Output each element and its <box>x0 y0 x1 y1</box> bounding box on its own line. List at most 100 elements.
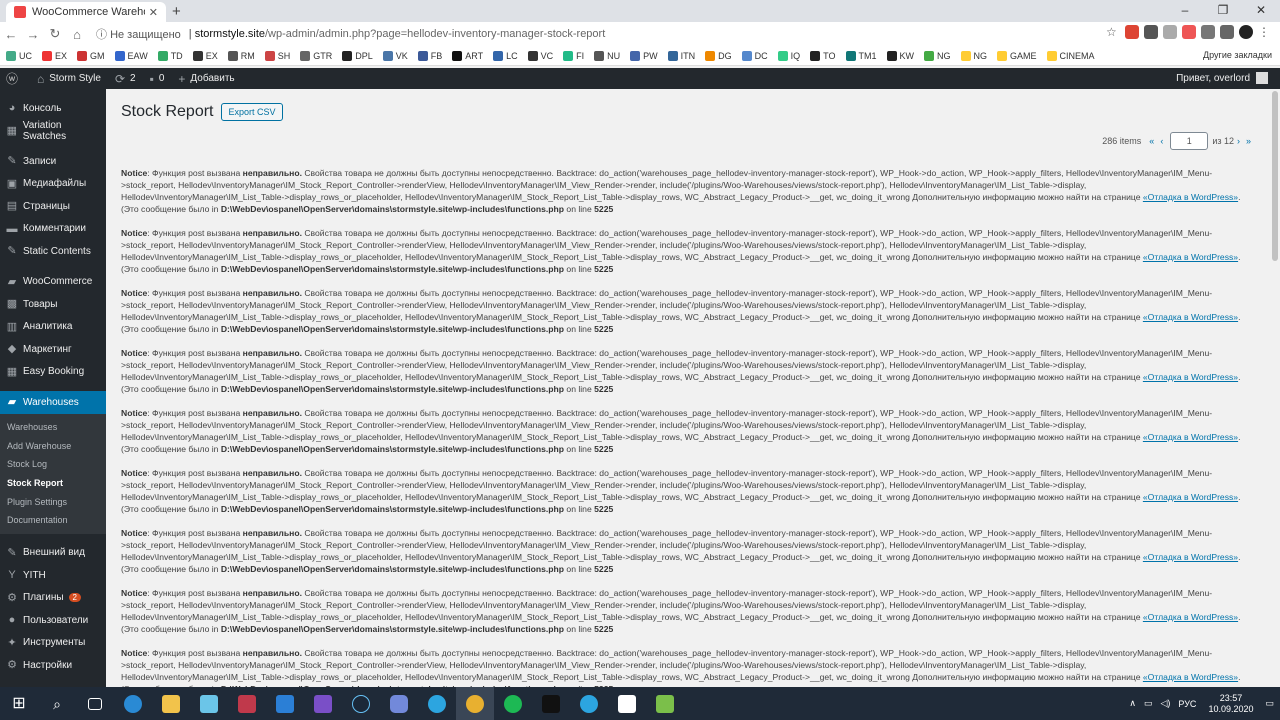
bookmark-item[interactable]: EX <box>42 50 67 61</box>
discord-icon[interactable] <box>380 687 418 720</box>
sidebar-item[interactable]: ▬ Комментарии <box>0 218 106 241</box>
debug-link[interactable]: «Отладка в WordPress» <box>1143 672 1238 682</box>
profile-icon[interactable] <box>1239 25 1253 39</box>
bookmark-item[interactable]: ITN <box>667 50 695 61</box>
comments-link[interactable]: ▪ 0 <box>150 72 165 86</box>
sidebar-item[interactable]: ▰ Warehouses <box>0 391 106 414</box>
submenu-item[interactable]: Stock Report <box>0 474 106 493</box>
last-page-link[interactable]: » <box>1246 136 1251 146</box>
sidebar-item[interactable]: ◕ Консоль <box>0 97 106 120</box>
reading-list-icon[interactable] <box>1220 25 1234 39</box>
bookmark-item[interactable]: LC <box>493 50 518 61</box>
adblock-icon[interactable] <box>1125 25 1139 39</box>
bookmark-item[interactable]: TD <box>157 50 183 61</box>
updates-link[interactable]: ⟳ 2 <box>115 72 136 86</box>
bookmark-item[interactable]: DC <box>741 50 768 61</box>
bookmark-item[interactable]: IQ <box>777 50 800 61</box>
sidebar-item[interactable]: Y YITH <box>0 564 106 587</box>
close-window-icon[interactable]: ✕ <box>1242 0 1280 22</box>
bookmark-item[interactable]: TM1 <box>845 50 877 61</box>
bookmark-item[interactable]: DPL <box>342 50 373 61</box>
sidebar-item[interactable]: ⚙ Плагины 2 <box>0 587 106 610</box>
debug-link[interactable]: «Отладка в WordPress» <box>1143 312 1238 322</box>
explorer-icon[interactable] <box>152 687 190 720</box>
sidebar-item[interactable]: ◆ Маркетинг <box>0 338 106 361</box>
first-page-link[interactable]: « <box>1149 136 1154 146</box>
sidebar-item[interactable]: ✦ Инструменты <box>0 632 106 655</box>
my-account-link[interactable]: Привет, overlord <box>1176 72 1268 84</box>
bookmark-item[interactable]: PW <box>630 50 658 61</box>
chrome-icon[interactable] <box>456 687 494 720</box>
bookmark-item[interactable]: GM <box>77 50 105 61</box>
debug-link[interactable]: «Отладка в WordPress» <box>1143 492 1238 502</box>
edge-icon[interactable] <box>114 687 152 720</box>
submenu-item[interactable]: Documentation <box>0 511 106 530</box>
restore-icon[interactable]: ❐ <box>1204 0 1242 22</box>
sidebar-item[interactable]: ● Пользователи <box>0 609 106 632</box>
debug-link[interactable]: «Отладка в WordPress» <box>1143 192 1238 202</box>
minimize-icon[interactable]: – <box>1166 0 1204 22</box>
search-icon[interactable]: ⌕ <box>38 687 76 720</box>
extension-red-icon[interactable] <box>1182 25 1196 39</box>
add-new-link[interactable]: + Добавить <box>178 72 234 86</box>
clock[interactable]: 23:57 10.09.2020 <box>1208 693 1253 715</box>
language-indicator[interactable]: РУС <box>1178 699 1196 709</box>
prev-page-link[interactable]: ‹ <box>1160 136 1163 146</box>
extension-gray-icon[interactable] <box>1163 25 1177 39</box>
sidebar-item[interactable]: ⚙ Настройки <box>0 654 106 677</box>
bookmark-item[interactable]: ART <box>452 50 483 61</box>
sidebar-item[interactable]: ▦ Easy Booking <box>0 361 106 384</box>
bookmark-item[interactable]: NU <box>594 50 620 61</box>
submenu-item[interactable]: Warehouses <box>0 418 106 437</box>
telegram-icon[interactable] <box>418 687 456 720</box>
debug-link[interactable]: «Отладка в WordPress» <box>1143 612 1238 622</box>
submenu-item[interactable]: Plugin Settings <box>0 492 106 511</box>
affinity-icon[interactable] <box>304 687 342 720</box>
extension-y-icon[interactable] <box>1144 25 1158 39</box>
bookmark-item[interactable]: FI <box>563 50 584 61</box>
not-secure-indicator[interactable]: ⓘ Не защищено <box>96 26 181 42</box>
bookmark-item[interactable]: EX <box>192 50 218 61</box>
menu-dots-icon[interactable]: ⋮ <box>1258 25 1272 39</box>
bookmark-item[interactable]: EAW <box>114 50 148 61</box>
debug-link[interactable]: «Отладка в WordPress» <box>1143 252 1238 262</box>
submenu-item[interactable]: Stock Log <box>0 455 106 474</box>
sidebar-item[interactable]: ▩ Товары <box>0 293 106 316</box>
spotify-icon[interactable] <box>494 687 532 720</box>
sidebar-item[interactable]: ✎ Static Contents <box>0 240 106 263</box>
steam-icon[interactable] <box>342 687 380 720</box>
sidebar-item[interactable]: ✎ Внешний вид <box>0 542 106 565</box>
reload-icon[interactable]: ↻ <box>44 26 66 42</box>
scrollbar[interactable] <box>1270 89 1280 687</box>
cube-app-icon[interactable] <box>608 687 646 720</box>
tray-chevron-icon[interactable]: ∧ <box>1129 698 1136 709</box>
new-tab-icon[interactable]: + <box>172 3 181 20</box>
bookmark-item[interactable]: RM <box>227 50 255 61</box>
export-csv-button[interactable]: Export CSV <box>221 103 283 121</box>
bookmark-item[interactable]: KW <box>886 50 914 61</box>
notepad-icon[interactable] <box>190 687 228 720</box>
star-icon[interactable]: ☆ <box>1106 25 1120 39</box>
bookmark-item[interactable]: FB <box>417 50 442 61</box>
network-icon[interactable]: ▭ <box>1144 698 1153 709</box>
editor-app-icon[interactable] <box>646 687 684 720</box>
site-name-link[interactable]: ⌂ Storm Style <box>37 72 101 86</box>
task-view-icon[interactable] <box>76 687 114 720</box>
close-tab-icon[interactable]: ✕ <box>149 6 158 19</box>
sidebar-item[interactable]: ▰ WooCommerce <box>0 271 106 294</box>
forward-icon[interactable]: → <box>22 27 44 42</box>
sidebar-item[interactable]: ▤ Страницы <box>0 195 106 218</box>
telegram-2-icon[interactable] <box>570 687 608 720</box>
notifications-icon[interactable]: ▭ <box>1265 698 1274 709</box>
sidebar-item[interactable]: ▥ Аналитика <box>0 316 106 339</box>
sidebar-item[interactable]: ✎ Записи <box>0 150 106 173</box>
design-app-icon[interactable] <box>266 687 304 720</box>
bookmark-item[interactable]: GTR <box>300 50 332 61</box>
browser-tab[interactable]: WooCommerce Warehouses ‹ St ✕ <box>6 2 166 22</box>
back-icon[interactable]: ← <box>0 27 22 42</box>
current-page-input[interactable]: 1 <box>1170 132 1209 150</box>
app-dark-icon[interactable] <box>532 687 570 720</box>
debug-link[interactable]: «Отладка в WordPress» <box>1143 372 1238 382</box>
debug-link[interactable]: «Отладка в WordPress» <box>1143 552 1238 562</box>
submenu-item[interactable]: Add Warehouse <box>0 436 106 455</box>
